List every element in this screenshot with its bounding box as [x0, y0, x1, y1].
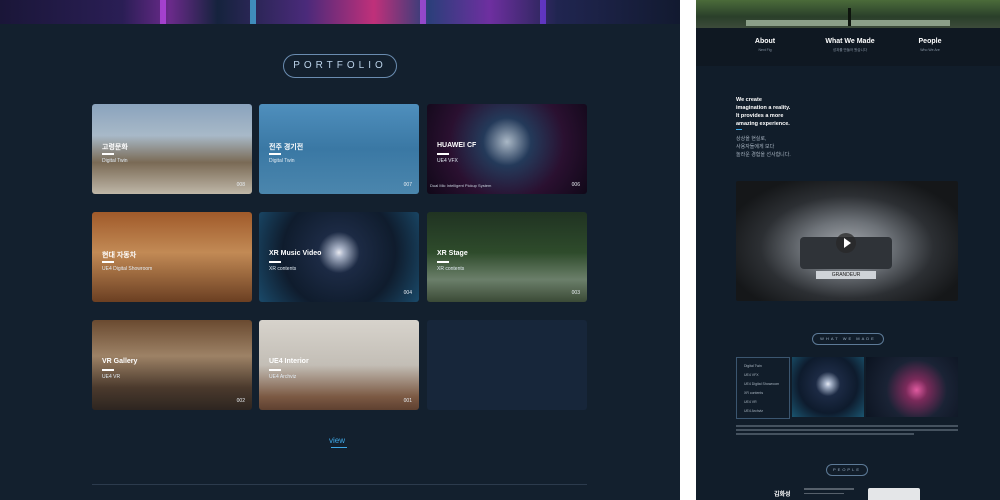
card-title: 전주 경기전 [269, 144, 304, 151]
view-underline [331, 447, 347, 448]
nav-label: About [754, 38, 776, 45]
card-subtitle: UE4 VFX [437, 158, 458, 164]
portfolio-page-left: PORTFOLIO 고령문화 Digital Twin 008 전주 경기전 D… [0, 0, 680, 500]
nav-sublabel: Next Fig [758, 48, 772, 52]
neon-light [420, 0, 426, 24]
category-item[interactable]: UE4 Archviz [744, 409, 789, 413]
portfolio-card[interactable]: 전주 경기전 Digital Twin 007 [259, 104, 419, 194]
portfolio-card[interactable]: 현대 자동차 UE4 Digital Showroom [92, 212, 252, 302]
tagline-line: 사용자들에게 보다 [736, 144, 775, 150]
tagline-line: It provides a more [736, 113, 784, 119]
portfolio-card[interactable]: HUAWEI CF UE4 VFX Dual Mic Intelligent P… [427, 104, 587, 194]
card-subtitle: UE4 Digital Showroom [102, 266, 153, 272]
card-subtitle: XR contents [269, 266, 297, 272]
tagline-korean: 상상을 현실로, 사용자들에게 보다 놀라운 경험을 선사합니다. [736, 135, 791, 159]
section-label-people: PEOPLE [826, 464, 868, 476]
card-subtitle: UE4 VR [102, 374, 121, 380]
text-line [736, 429, 958, 431]
nav-item-about[interactable]: About Next Fig [750, 38, 780, 52]
card-divider [269, 369, 281, 371]
card-subtitle: Digital Twin [102, 158, 128, 164]
card-number: 002 [236, 398, 245, 404]
category-item[interactable]: UE4 VR [744, 400, 789, 404]
card-divider [102, 261, 114, 263]
card-subtitle: UE4 Archviz [269, 374, 297, 380]
card-title: UE4 Interior [269, 358, 309, 365]
card-title: XR Music Video [269, 250, 322, 257]
portfolio-card[interactable]: 고령문화 Digital Twin 008 [92, 104, 252, 194]
portfolio-card[interactable]: VR Gallery UE4 VR 002 [92, 320, 252, 410]
card-divider [437, 153, 449, 155]
nav-item-what-we-made[interactable]: What We Made 성과를 만들어 왔습니다 [820, 38, 880, 53]
card-divider [102, 369, 114, 371]
card-title: 고령문화 [102, 144, 128, 151]
tagline-line: 놀라운 경험을 선사합니다. [736, 152, 791, 158]
accent-bar [736, 129, 742, 130]
person-name: 김화성 [774, 492, 791, 498]
neon-light [540, 0, 546, 24]
card-title: VR Gallery [102, 358, 138, 365]
nav-item-people[interactable]: People Who We Are [914, 38, 946, 52]
tagline-line: We create [736, 97, 762, 103]
nav-label: People [918, 38, 942, 45]
hero-banner-image [0, 0, 680, 24]
neon-light [160, 0, 166, 24]
card-divider [102, 153, 114, 155]
portfolio-card[interactable]: XR Music Video XR contents 004 [259, 212, 419, 302]
card-divider [437, 261, 449, 263]
project-thumbnail[interactable] [792, 357, 864, 417]
forest-hero-image [696, 0, 1000, 28]
text-line [804, 492, 844, 494]
category-item[interactable]: UE4 Digital Showroom [744, 382, 789, 386]
mobile-preview-right: About Next Fig What We Made 성과를 만들어 왔습니다… [696, 0, 1000, 500]
play-icon[interactable] [836, 233, 856, 253]
tagline-line: 상상을 현실로, [736, 136, 767, 142]
nav-label: What We Made [825, 38, 875, 45]
card-number: 004 [403, 290, 412, 296]
category-menu: Digital Twin UE4 VFX UE4 Digital Showroo… [736, 357, 790, 419]
text-line [736, 425, 958, 427]
divider [92, 484, 587, 485]
view-more-link[interactable]: view [329, 436, 345, 445]
card-number: 007 [403, 182, 412, 188]
neon-light [250, 0, 256, 24]
category-item[interactable]: XR contents [744, 391, 789, 395]
tagline-line: imagination a reality. [736, 105, 791, 111]
card-caption: Dual Mic Intelligent Pickup System [430, 183, 492, 188]
section-label-what-we-made: WHAT WE MADE [812, 333, 884, 345]
panel-gap [680, 0, 696, 500]
tagline-line: amazing experience. [736, 121, 790, 127]
card-title: HUAWEI CF [437, 142, 477, 149]
car-badge: GRANDEUR [816, 271, 876, 279]
portfolio-card[interactable]: XR Stage XR contents 003 [427, 212, 587, 302]
main-nav: About Next Fig What We Made 성과를 만들어 왔습니다… [696, 28, 1000, 66]
portfolio-card[interactable]: UE4 Interior UE4 Archviz 001 [259, 320, 419, 410]
card-title: XR Stage [437, 250, 468, 257]
nav-sublabel: Who We Are [920, 48, 940, 52]
card-divider [269, 153, 281, 155]
person-photo [868, 488, 920, 500]
card-number: 008 [236, 182, 245, 188]
card-divider [269, 261, 281, 263]
person-silhouette [848, 8, 851, 26]
project-thumbnail[interactable] [866, 357, 958, 417]
empty-card-slot [427, 320, 587, 410]
text-line [804, 488, 854, 490]
card-number: 006 [571, 182, 580, 188]
section-title-portfolio: PORTFOLIO [283, 54, 397, 78]
category-item[interactable]: Digital Twin [744, 364, 789, 368]
card-title: 현대 자동차 [102, 252, 137, 259]
card-subtitle: Digital Twin [269, 158, 295, 164]
nav-sublabel: 성과를 만들어 왔습니다 [832, 48, 868, 52]
car-video[interactable]: GRANDEUR [736, 181, 958, 301]
description-text-block [736, 425, 958, 437]
category-item[interactable]: UE4 VFX [744, 373, 789, 377]
card-subtitle: XR contents [437, 266, 465, 272]
person-info [804, 488, 854, 497]
text-line [736, 433, 914, 435]
card-number: 003 [571, 290, 580, 296]
card-number: 001 [403, 398, 412, 404]
tagline-english: We create imagination a reality. It prov… [736, 96, 790, 128]
